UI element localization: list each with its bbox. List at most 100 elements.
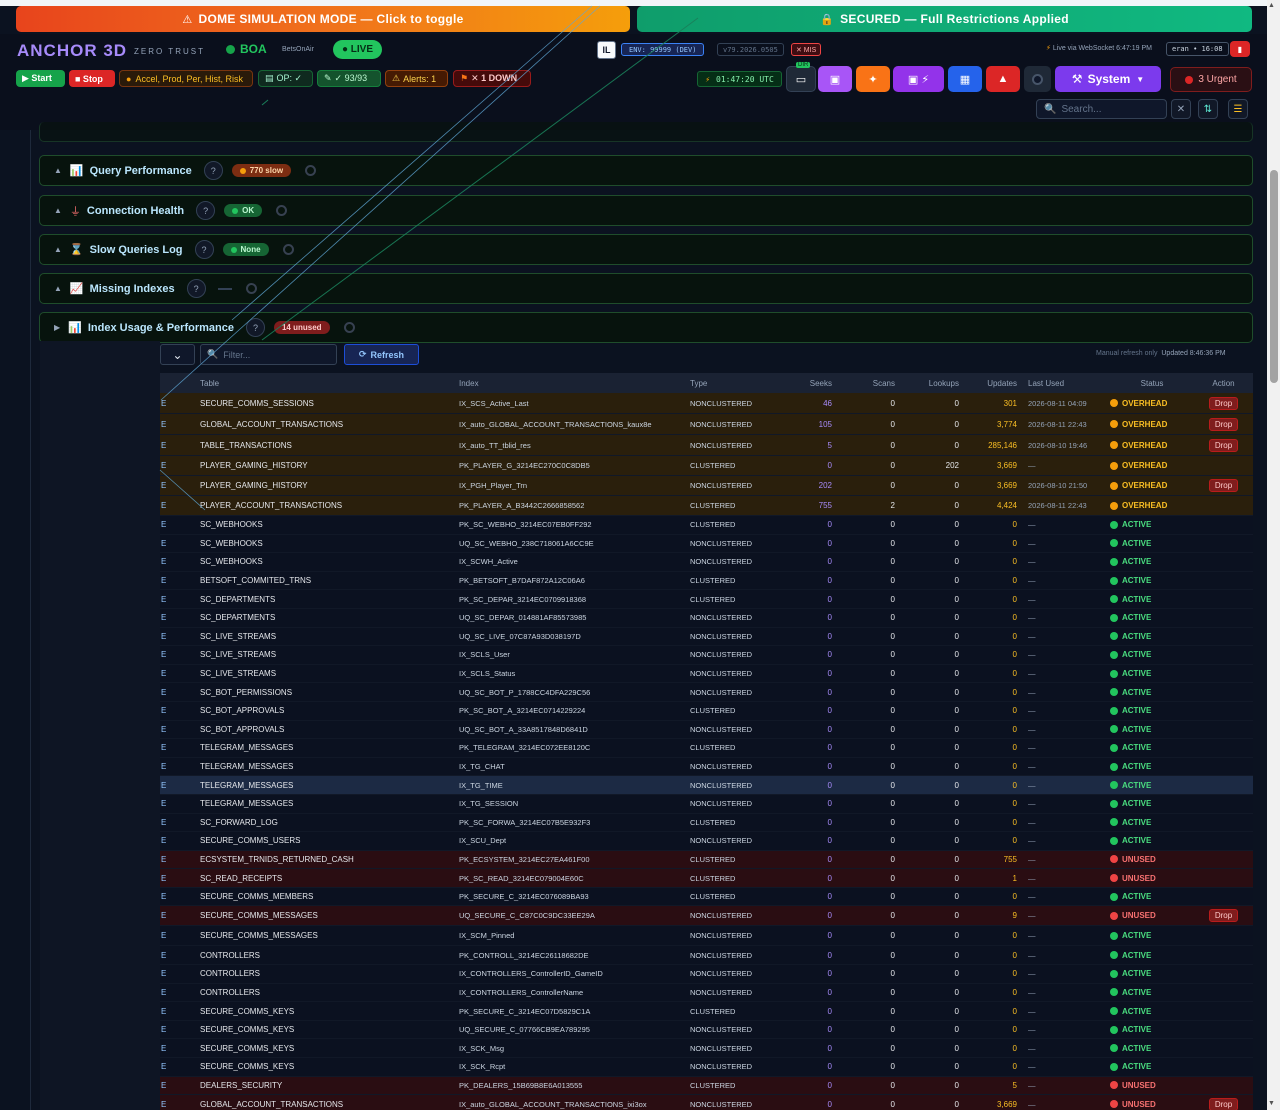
table-row[interactable]: E PLAYER_GAMING_HISTORY IX_PGH_Player_Trn N…	[160, 476, 1253, 496]
rocket-icon[interactable]: ✦	[856, 66, 890, 92]
table-row[interactable]: E SC_FORWARD_LOG PK_SC_FORWA_3214EC07B5E93…	[160, 813, 1253, 833]
table-row[interactable]: E CONTROLLERS IX_CONTROLLERS_ControllerID_…	[160, 965, 1253, 984]
table-row[interactable]: E BETSOFT_COMMITED_TRNS PK_BETSOFT_B7DAF87…	[160, 571, 1253, 591]
table-row[interactable]: E SC_DEPARTMENTS PK_SC_DEPAR_3214EC0709918…	[160, 590, 1253, 609]
header-cell[interactable]: Seeks	[790, 379, 832, 388]
system-menu-button[interactable]: ⚒ System ▼	[1055, 66, 1161, 92]
table-row[interactable]: E PLAYER_ACCOUNT_TRANSACTIONS PK_PLAYER_A_…	[160, 496, 1253, 516]
directory-button[interactable]: DIR ▭	[786, 62, 816, 92]
section-database-health-partial[interactable]	[39, 122, 1253, 142]
table-row[interactable]: E CONTROLLERS PK_CONTROLL_3214EC26118682DE…	[160, 946, 1253, 966]
clear-icon[interactable]: ✕	[1171, 99, 1191, 119]
header-cell[interactable]: Type	[690, 379, 790, 388]
table-row[interactable]: E DEALERS_SECURITY PK_DEALERS_15B69B8E6A01…	[160, 1076, 1253, 1096]
scroll-up-icon[interactable]: ▲	[1268, 2, 1275, 9]
table-row[interactable]: E TELEGRAM_MESSAGES IX_TG_SESSION NONCLUSTE…	[160, 794, 1253, 814]
refresh-ring-icon[interactable]	[276, 205, 288, 216]
urgent-button[interactable]: 3 Urgent	[1170, 67, 1252, 92]
down-badge[interactable]: ⚑ ✕ 1 DOWN	[453, 70, 531, 87]
refresh-ring-icon[interactable]	[343, 322, 355, 333]
table-row[interactable]: E SECURE_COMMS_MESSAGES IX_SCM_Pinned NONCL…	[160, 926, 1253, 947]
scrollbar-track[interactable]	[1267, 0, 1280, 1110]
search-input[interactable]: 🔍 Search...	[1036, 99, 1167, 119]
simulation-mode-banner[interactable]: ⚠ DOME SIMULATION MODE — Click to toggle	[16, 6, 630, 32]
table-row[interactable]: E GLOBAL_ACCOUNT_TRANSACTIONS IX_auto_GLOB…	[160, 1095, 1253, 1110]
record-icon[interactable]	[1024, 66, 1051, 92]
menu-icon[interactable]: ☰	[1228, 99, 1248, 119]
table-row[interactable]: E GLOBAL_ACCOUNT_TRANSACTIONS IX_auto_GLOB…	[160, 414, 1253, 435]
stop-button[interactable]: ■ Stop	[69, 70, 115, 87]
table-row[interactable]: E TELEGRAM_MESSAGES IX_TG_CHAT NONCLUSTERED…	[160, 757, 1253, 777]
drop-index-button[interactable]: Drop	[1209, 417, 1238, 431]
header-cell[interactable]: Index	[459, 379, 690, 388]
drop-index-button[interactable]: Drop	[1209, 438, 1238, 452]
table-row[interactable]: E SC_BOT_APPROVALS PK_SC_BOT_A_3214EC07142…	[160, 701, 1253, 721]
scrollbar-thumb[interactable]	[1270, 170, 1278, 383]
drop-index-button[interactable]: Drop	[1209, 396, 1238, 410]
table-row[interactable]: E SECURE_COMMS_USERS IX_SCU_Dept NONCLUSTER…	[160, 832, 1253, 851]
table-row[interactable]: E SECURE_COMMS_SESSIONS IX_SCS_Active_Last…	[160, 393, 1253, 414]
table-row[interactable]: E SC_LIVE_STREAMS IX_SCLS_User NONCLUSTERED…	[160, 646, 1253, 665]
logout-icon[interactable]: ▮	[1230, 41, 1250, 57]
help-icon[interactable]: ?	[196, 201, 216, 220]
language-il-button[interactable]: IL	[597, 41, 616, 59]
refresh-button[interactable]: ⟳ Refresh	[344, 344, 419, 365]
modules-status[interactable]: ● Accel, Prod, Per, Hist, Risk	[119, 70, 253, 87]
section-missing-indexes[interactable]: ▲ 📈 Missing Indexes ?	[39, 273, 1253, 304]
table-row[interactable]: E SC_LIVE_STREAMS UQ_SC_LIVE_07C87A93D0381…	[160, 627, 1253, 647]
start-button[interactable]: ▶ Start	[16, 70, 65, 87]
refresh-ring-icon[interactable]	[282, 244, 294, 255]
section-index-usage[interactable]: ▶ 📊 Index Usage & Performance ? 14 unuse…	[39, 312, 1253, 343]
table-row[interactable]: E SECURE_COMMS_KEYS IX_SCK_Msg NONCLUSTERED…	[160, 1039, 1253, 1059]
help-icon[interactable]: ?	[186, 279, 206, 298]
header-cell[interactable]: Status	[1110, 379, 1194, 388]
table-row[interactable]: E ECSYSTEM_TRNIDS_RETURNED_CASH PK_ECSYSTE…	[160, 850, 1253, 870]
drop-index-button[interactable]: Drop	[1209, 1097, 1238, 1110]
section-connection-health[interactable]: ▲ ⏚ Connection Health ? OK	[39, 195, 1253, 226]
header-cell[interactable]: Scans	[832, 379, 895, 388]
table-row[interactable]: E SC_WEBHOOKS PK_SC_WEBHO_3214EC07EB0FF292…	[160, 516, 1253, 535]
section-slow-queries-log[interactable]: ▲ ⌛ Slow Queries Log ? None	[39, 234, 1253, 265]
table-select-dropdown[interactable]: ⌄	[160, 344, 195, 365]
help-icon[interactable]: ?	[194, 240, 214, 259]
checks-count[interactable]: ✎ ✓ 93/93	[317, 70, 381, 87]
live-badge[interactable]: ● LIVE	[333, 40, 382, 59]
mis-badge[interactable]: ✕ MIS	[791, 43, 822, 56]
sort-icon[interactable]: ⇅	[1198, 99, 1218, 119]
table-row[interactable]: E SC_LIVE_STREAMS IX_SCLS_Status NONCLUSTER…	[160, 664, 1253, 684]
alerts-badge[interactable]: ⚠ Alerts: 1	[385, 70, 448, 87]
table-row[interactable]: E SC_DEPARTMENTS UQ_SC_DEPAR_014881AF85573…	[160, 608, 1253, 628]
help-icon[interactable]: ?	[203, 161, 223, 180]
table-row[interactable]: E SC_BOT_PERMISSIONS UQ_SC_BOT_P_1788CC4DF…	[160, 683, 1253, 702]
alert-icon[interactable]: ▲	[986, 66, 1020, 92]
table-row[interactable]: E SECURE_COMMS_KEYS IX_SCK_Rcpt NONCLUSTERE…	[160, 1058, 1253, 1077]
save-icon[interactable]: ▣	[818, 66, 852, 92]
table-row[interactable]: E SECURE_COMMS_MESSAGES UQ_SECURE_C_C87C0C…	[160, 906, 1253, 927]
table-row[interactable]: E PLAYER_GAMING_HISTORY PK_PLAYER_G_3214EC…	[160, 456, 1253, 476]
table-row[interactable]: E SECURE_COMMS_KEYS UQ_SECURE_C_07766CB9EA…	[160, 1020, 1253, 1040]
table-row[interactable]: E TELEGRAM_MESSAGES IX_TG_TIME NONCLUSTERED…	[160, 776, 1253, 795]
table-row[interactable]: E SC_READ_RECEIPTS PK_SC_READ_3214EC079004…	[160, 869, 1253, 888]
scroll-down-icon[interactable]: ▼	[1268, 1100, 1275, 1107]
header-cell[interactable]: Last Used	[1017, 379, 1110, 388]
table-row[interactable]: E SECURE_COMMS_KEYS PK_SECURE_C_3214EC07D5…	[160, 1002, 1253, 1021]
table-row[interactable]: E SC_WEBHOOKS IX_SCWH_Active NONCLUSTERED 0 0…	[160, 553, 1253, 572]
user-badge[interactable]: eran • 16:08	[1166, 42, 1229, 56]
table-row[interactable]: E SC_BOT_APPROVALS UQ_SC_BOT_A_33A8517848D…	[160, 720, 1253, 740]
drop-index-button[interactable]: Drop	[1209, 909, 1238, 923]
table-row[interactable]: E SECURE_COMMS_MEMBERS PK_SECURE_C_3214EC0…	[160, 887, 1253, 907]
section-query-performance[interactable]: ▲ 📊 Query Performance ? 770 slow	[39, 155, 1253, 186]
help-icon[interactable]: ?	[245, 318, 265, 337]
refresh-ring-icon[interactable]	[245, 283, 257, 294]
table-row[interactable]: E TELEGRAM_MESSAGES PK_TELEGRAM_3214EC072E…	[160, 739, 1253, 758]
grid-icon[interactable]: ▦	[948, 66, 982, 92]
header-cell[interactable]: Table	[200, 379, 459, 388]
refresh-ring-icon[interactable]	[305, 165, 317, 176]
header-cell[interactable]: Lookups	[895, 379, 959, 388]
table-row[interactable]: E CONTROLLERS IX_CONTROLLERS_ControllerNam…	[160, 983, 1253, 1003]
table-row[interactable]: E SC_WEBHOOKS UQ_SC_WEBHO_238C718061A6CC9E…	[160, 534, 1253, 554]
filter-input[interactable]: 🔍 Filter...	[200, 344, 337, 365]
slots-icon[interactable]: ▣ ⚡	[893, 66, 944, 92]
table-row[interactable]: E TABLE_TRANSACTIONS IX_auto_TT_tblid_res N…	[160, 435, 1253, 456]
drop-index-button[interactable]: Drop	[1209, 479, 1238, 492]
